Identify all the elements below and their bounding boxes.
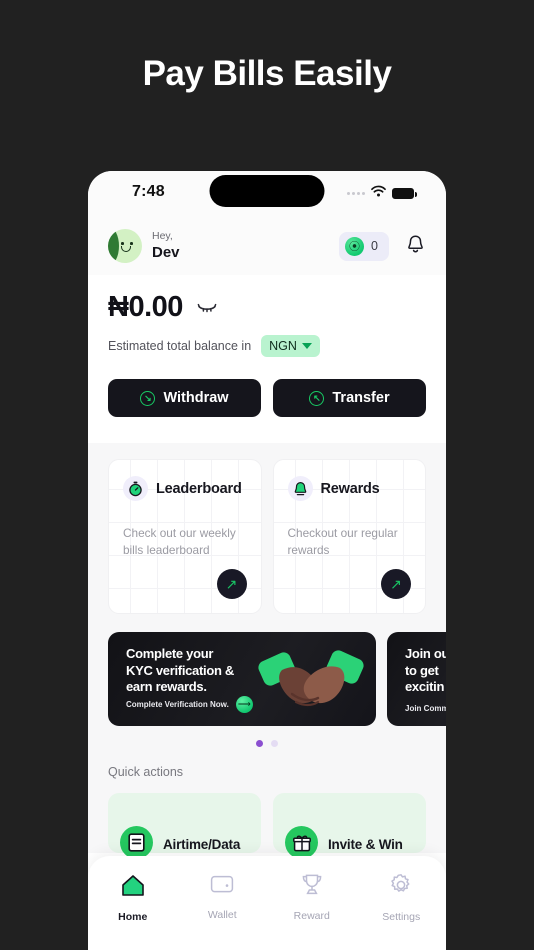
leaf-token-icon: ⦿ <box>345 236 365 256</box>
status-time: 7:48 <box>132 183 165 200</box>
currency-value: NGN <box>269 339 297 353</box>
balance-section: ₦0.00 Estimated total balance in NGN <box>88 275 446 357</box>
carousel-dots[interactable] <box>88 726 446 757</box>
rewards-card[interactable]: Rewards Checkout our regular rewards ↗ <box>272 459 426 614</box>
arrow-up-right-circle-icon: ↖ <box>309 390 325 406</box>
arrow-up-right-icon[interactable]: ↗ <box>381 569 411 599</box>
currency-selector[interactable]: NGN <box>261 335 320 357</box>
quick-action-airtime-label: Airtime/Data <box>163 837 241 852</box>
kyc-cta-label: Complete Verification Now. <box>126 700 229 709</box>
carousel-dot-active[interactable] <box>256 740 263 747</box>
kyc-banner-cta[interactable]: Complete Verification Now. ⟶ <box>126 696 253 713</box>
avatar[interactable] <box>108 229 142 263</box>
home-icon <box>120 873 146 902</box>
nav-item-home[interactable]: Home <box>88 873 178 923</box>
community-cta-label: Join Commun <box>405 704 446 713</box>
dynamic-island <box>209 175 325 207</box>
battery-full-icon <box>392 187 417 199</box>
gear-icon <box>389 873 413 902</box>
arrow-right-circle-icon: ⟶ <box>235 696 253 713</box>
trophy-icon <box>300 873 324 901</box>
phone-mockup: 7:48 Hey, Dev ⦿ 0 ₦0.00 Estimated total … <box>88 171 446 950</box>
primary-actions: ↘ Withdraw ↖ Transfer <box>88 357 446 443</box>
wallet-icon <box>210 873 234 900</box>
community-banner-title: Join ou to get excitin <box>405 646 446 695</box>
app-header: Hey, Dev ⦿ 0 <box>88 217 446 275</box>
withdraw-label: Withdraw <box>163 390 229 406</box>
greeting-label: Hey, <box>152 229 173 242</box>
gift-icon <box>285 826 318 859</box>
bill-document-icon <box>120 826 153 859</box>
kyc-banner-title: Complete your KYC verification & earn re… <box>126 646 235 695</box>
kyc-banner[interactable]: Complete your KYC verification & earn re… <box>108 632 376 726</box>
nav-item-settings-label: Settings <box>382 911 421 923</box>
user-name: Dev <box>152 243 180 261</box>
info-cards-section: Leaderboard Check out our weekly bills l… <box>88 443 446 626</box>
nav-item-wallet-label: Wallet <box>207 909 237 921</box>
signal-dots-icon <box>347 191 365 195</box>
rewards-desc: Checkout our regular rewards <box>287 526 398 558</box>
eye-off-icon[interactable] <box>196 301 218 315</box>
points-badge[interactable]: ⦿ 0 <box>339 231 389 261</box>
quick-action-airtime[interactable]: Airtime/Data <box>108 793 261 859</box>
status-bar: 7:48 <box>88 171 446 217</box>
nav-item-reward-label: Reward <box>293 910 330 922</box>
community-banner[interactable]: Join ou to get excitin Join Commun <box>387 632 446 726</box>
rewards-title: Rewards <box>320 480 380 497</box>
arrow-up-right-icon[interactable]: ↗ <box>216 569 247 599</box>
leaderboard-title: Leaderboard <box>156 480 242 497</box>
transfer-button[interactable]: ↖ Transfer <box>273 379 426 417</box>
nav-item-reward[interactable]: Reward <box>267 873 357 922</box>
nav-item-settings[interactable]: Settings <box>357 873 447 923</box>
quick-actions-section: Quick actions Airtime/Data Invite & Win <box>88 757 446 859</box>
balance-subtitle: Estimated total balance in <box>108 339 252 353</box>
quick-actions-label: Quick actions <box>108 765 184 779</box>
nav-item-wallet[interactable]: Wallet <box>178 873 268 921</box>
nav-item-home-label: Home <box>118 911 148 923</box>
bell-icon[interactable] <box>405 233 426 260</box>
leaderboard-card[interactable]: Leaderboard Check out our weekly bills l… <box>108 459 262 614</box>
page-title: Pay Bills Easily <box>142 54 392 93</box>
stopwatch-icon <box>123 476 148 501</box>
wifi-icon <box>371 184 386 202</box>
bell-filled-icon <box>287 476 313 501</box>
withdraw-button[interactable]: ↘ Withdraw <box>108 379 261 417</box>
greeting-block: Hey, Dev <box>152 229 180 261</box>
quick-action-invite-label: Invite & Win <box>328 837 403 852</box>
bottom-navigation: Home Wallet Reward Settings <box>88 856 446 950</box>
points-count: 0 <box>371 239 378 253</box>
quick-action-invite[interactable]: Invite & Win <box>273 793 426 859</box>
community-banner-cta[interactable]: Join Commun <box>405 704 446 713</box>
balance-amount: ₦0.00 <box>108 291 183 323</box>
carousel-dot[interactable] <box>271 740 278 747</box>
transfer-label: Transfer <box>332 390 390 406</box>
arrow-down-right-circle-icon: ↘ <box>140 390 156 406</box>
leaderboard-desc: Check out our weekly bills leaderboard <box>123 526 236 558</box>
chevron-down-icon <box>301 343 312 349</box>
banner-carousel[interactable]: Complete your KYC verification & earn re… <box>88 626 446 757</box>
